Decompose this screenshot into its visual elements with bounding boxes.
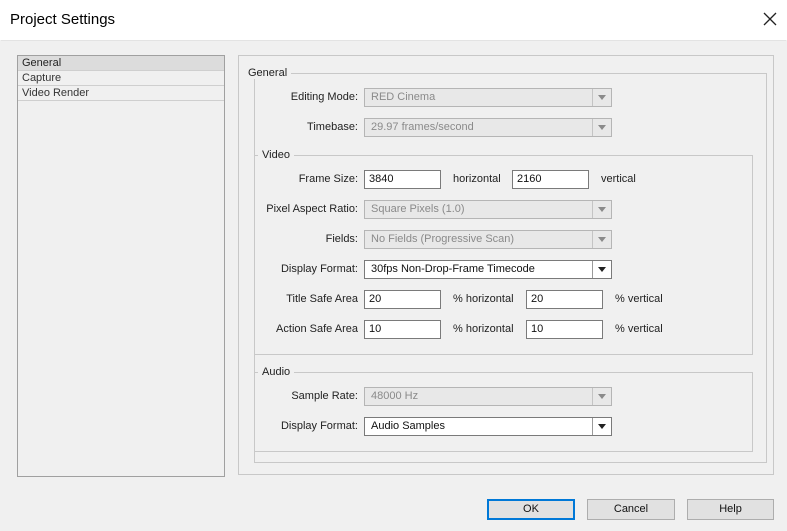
title-safe-horizontal-unit: % horizontal <box>453 293 514 305</box>
action-safe-horizontal-input[interactable]: 10 <box>364 320 441 339</box>
title-safe-horizontal-value: 20 <box>369 293 382 305</box>
action-safe-vertical-input[interactable]: 10 <box>526 320 603 339</box>
action-safe-horizontal-unit: % horizontal <box>453 323 514 335</box>
frame-height-value: 2160 <box>517 173 542 185</box>
audio-display-format-select[interactable]: Audio Samples <box>364 417 612 436</box>
sample-rate-label: Sample Rate: <box>291 390 358 402</box>
category-list: General Capture Video Render <box>17 55 225 477</box>
editing-mode-value: RED Cinema <box>371 91 436 103</box>
category-label: Video Render <box>22 87 90 99</box>
title-bar: Project Settings <box>0 0 787 40</box>
category-item-video-render[interactable]: Video Render <box>18 86 224 101</box>
chevron-down-icon <box>592 231 611 248</box>
category-label: Capture <box>22 72 62 84</box>
action-safe-horizontal-value: 10 <box>369 323 382 335</box>
timebase-value: 29.97 frames/second <box>371 121 474 133</box>
title-safe-vertical-unit: % vertical <box>615 293 663 305</box>
chevron-down-icon <box>592 388 611 405</box>
video-display-format-value: 30fps Non-Drop-Frame Timecode <box>371 263 535 275</box>
frame-size-label: Frame Size: <box>298 173 358 185</box>
video-group-title: Video <box>258 149 294 161</box>
general-group-title: General <box>244 67 292 79</box>
action-safe-vertical-value: 10 <box>531 323 544 335</box>
fields-value: No Fields (Progressive Scan) <box>371 233 515 245</box>
audio-group-title: Audio <box>258 366 295 378</box>
cancel-button[interactable]: Cancel <box>587 499 675 520</box>
frame-vertical-label: vertical <box>601 173 636 185</box>
pixel-aspect-value: Square Pixels (1.0) <box>371 203 465 215</box>
help-button[interactable]: Help <box>687 499 774 520</box>
editing-mode-select[interactable]: RED Cinema <box>364 88 612 107</box>
editing-mode-label: Editing Mode: <box>290 91 358 103</box>
ok-button[interactable]: OK <box>487 499 575 520</box>
timebase-select[interactable]: 29.97 frames/second <box>364 118 612 137</box>
chevron-down-icon <box>592 119 611 136</box>
frame-horizontal-label: horizontal <box>453 173 501 185</box>
category-item-general[interactable]: General <box>18 56 224 71</box>
action-safe-label: Action Safe Area <box>276 323 358 335</box>
title-safe-vertical-value: 20 <box>531 293 544 305</box>
category-label: General <box>22 57 62 69</box>
chevron-down-icon <box>592 201 611 218</box>
pixel-aspect-label: Pixel Aspect Ratio: <box>266 203 358 215</box>
video-display-format-select[interactable]: 30fps Non-Drop-Frame Timecode <box>364 260 612 279</box>
window-title: Project Settings <box>10 11 116 28</box>
close-icon[interactable] <box>757 6 783 32</box>
title-safe-horizontal-input[interactable]: 20 <box>364 290 441 309</box>
fields-select[interactable]: No Fields (Progressive Scan) <box>364 230 612 249</box>
frame-width-value: 3840 <box>369 173 394 185</box>
chevron-down-icon <box>592 261 611 278</box>
frame-height-input[interactable]: 2160 <box>512 170 589 189</box>
title-safe-label: Title Safe Area <box>286 293 358 305</box>
fields-label: Fields: <box>325 233 358 245</box>
pixel-aspect-select[interactable]: Square Pixels (1.0) <box>364 200 612 219</box>
audio-display-format-value: Audio Samples <box>371 420 445 432</box>
audio-group <box>254 372 753 452</box>
frame-width-input[interactable]: 3840 <box>364 170 441 189</box>
video-display-format-label: Display Format: <box>280 263 358 275</box>
action-safe-vertical-unit: % vertical <box>615 323 663 335</box>
title-safe-vertical-input[interactable]: 20 <box>526 290 603 309</box>
chevron-down-icon <box>592 418 611 435</box>
category-item-capture[interactable]: Capture <box>18 71 224 86</box>
chevron-down-icon <box>592 89 611 106</box>
sample-rate-select[interactable]: 48000 Hz <box>364 387 612 406</box>
audio-display-format-label: Display Format: <box>280 420 358 432</box>
sample-rate-value: 48000 Hz <box>371 390 419 402</box>
timebase-label: Timebase: <box>307 121 358 133</box>
